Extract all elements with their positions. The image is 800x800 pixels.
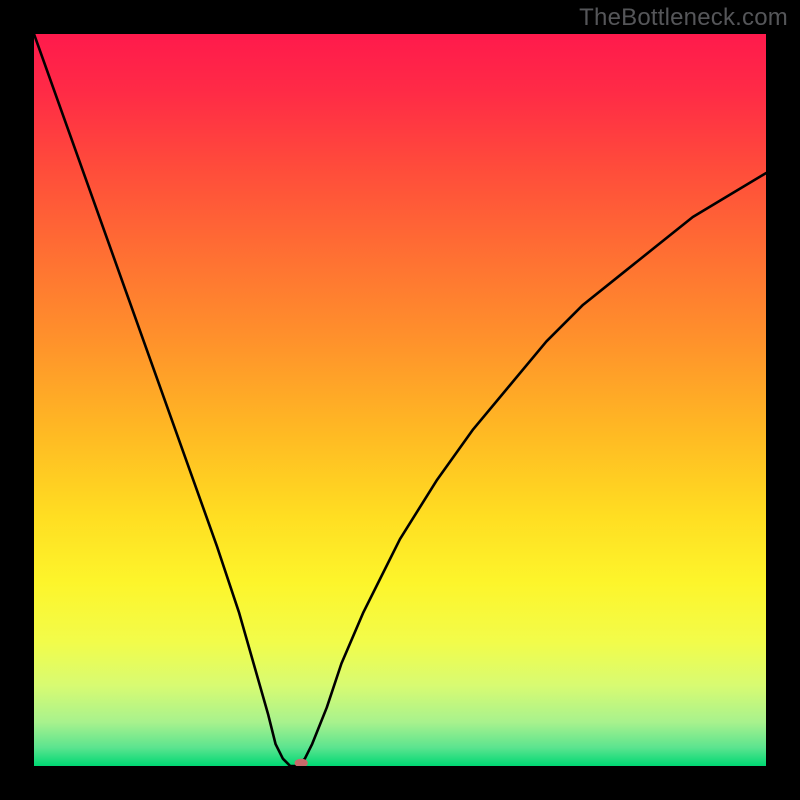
- plot-svg: [34, 34, 766, 766]
- chart-frame: TheBottleneck.com: [0, 0, 800, 800]
- plot-area: [34, 34, 766, 766]
- watermark-text: TheBottleneck.com: [579, 4, 788, 32]
- gradient-background: [34, 34, 766, 766]
